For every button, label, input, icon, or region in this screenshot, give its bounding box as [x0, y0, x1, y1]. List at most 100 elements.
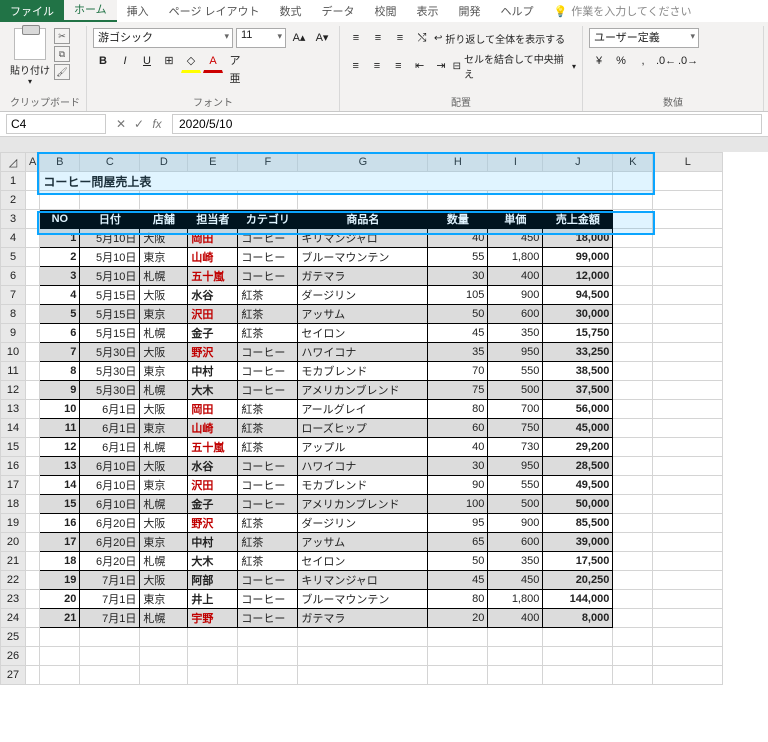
cell[interactable]: 18,000 [543, 229, 613, 248]
col-header[interactable]: H [428, 153, 488, 172]
worksheet[interactable]: ◿ A B C D E F G H I J K L 1コーヒー問屋売上表23NO… [0, 152, 768, 742]
cell[interactable] [238, 666, 298, 685]
cell[interactable]: 3 [40, 267, 80, 286]
cell[interactable]: 井上 [188, 590, 238, 609]
cell[interactable]: ダージリン [298, 286, 428, 305]
cell[interactable] [613, 381, 653, 400]
cell[interactable] [613, 476, 653, 495]
cell[interactable] [428, 628, 488, 647]
decrease-decimal-icon[interactable]: .0→ [677, 51, 697, 71]
comma-format-icon[interactable]: , [633, 51, 653, 71]
cell[interactable] [613, 457, 653, 476]
row-header[interactable]: 17 [1, 476, 26, 495]
header-cell[interactable]: カテゴリ [238, 210, 298, 229]
cell[interactable] [613, 362, 653, 381]
cell[interactable] [613, 666, 653, 685]
cell[interactable]: 35 [428, 343, 488, 362]
cell[interactable]: 40 [428, 229, 488, 248]
cell[interactable]: 55 [428, 248, 488, 267]
cell[interactable]: 東京 [140, 419, 188, 438]
number-format-select[interactable]: ユーザー定義 [589, 28, 699, 48]
increase-decimal-icon[interactable]: .0← [655, 51, 675, 71]
cell[interactable] [653, 571, 723, 590]
cell[interactable]: ガテマラ [298, 609, 428, 628]
cell[interactable] [613, 229, 653, 248]
indent-decrease-icon[interactable]: ⇤ [410, 56, 429, 76]
cell[interactable] [613, 647, 653, 666]
cell[interactable]: 沢田 [188, 476, 238, 495]
cell[interactable] [613, 628, 653, 647]
cell[interactable] [26, 533, 40, 552]
cell[interactable]: 95 [428, 514, 488, 533]
cell[interactable]: 500 [488, 381, 543, 400]
cell[interactable]: 550 [488, 362, 543, 381]
cell[interactable] [40, 647, 80, 666]
cell[interactable]: 札幌 [140, 552, 188, 571]
cell[interactable]: 700 [488, 400, 543, 419]
header-cell[interactable]: 数量 [428, 210, 488, 229]
cell[interactable]: 紅茶 [238, 552, 298, 571]
row-header[interactable]: 4 [1, 229, 26, 248]
cell[interactable] [653, 419, 723, 438]
cell[interactable] [613, 248, 653, 267]
cell[interactable] [428, 191, 488, 210]
cell[interactable]: 16 [40, 514, 80, 533]
cell[interactable] [653, 324, 723, 343]
cell[interactable]: 12,000 [543, 267, 613, 286]
cell[interactable]: 野沢 [188, 343, 238, 362]
col-header[interactable]: F [238, 153, 298, 172]
cell[interactable]: 65 [428, 533, 488, 552]
cell[interactable]: アッサム [298, 305, 428, 324]
cell[interactable] [613, 571, 653, 590]
cell[interactable]: 紅茶 [238, 533, 298, 552]
cell[interactable] [26, 438, 40, 457]
cell[interactable] [140, 647, 188, 666]
cell[interactable] [428, 647, 488, 666]
decrease-font-icon[interactable]: A▾ [312, 28, 332, 48]
cell[interactable] [428, 666, 488, 685]
cell[interactable]: 紅茶 [238, 324, 298, 343]
cell[interactable]: 紅茶 [238, 438, 298, 457]
cell[interactable]: ブルーマウンテン [298, 248, 428, 267]
cell[interactable]: 56,000 [543, 400, 613, 419]
cell[interactable]: 50 [428, 305, 488, 324]
cell[interactable]: 岡田 [188, 229, 238, 248]
cell[interactable]: 94,500 [543, 286, 613, 305]
orientation-icon[interactable]: ⤭ [412, 28, 432, 48]
cell[interactable]: 45,000 [543, 419, 613, 438]
tab-review[interactable]: 校閲 [365, 0, 407, 22]
cell[interactable]: ダージリン [298, 514, 428, 533]
copy-icon[interactable]: ⧉ [54, 46, 70, 62]
cell[interactable]: ハワイコナ [298, 457, 428, 476]
cell[interactable]: 70 [428, 362, 488, 381]
row-header[interactable]: 11 [1, 362, 26, 381]
cell[interactable]: アールグレイ [298, 400, 428, 419]
row-header[interactable]: 18 [1, 495, 26, 514]
row-header[interactable]: 3 [1, 210, 26, 229]
cell[interactable]: 6月10日 [80, 457, 140, 476]
cell[interactable]: 40 [428, 438, 488, 457]
cell[interactable] [26, 628, 40, 647]
cell[interactable]: コーヒー [238, 267, 298, 286]
cell[interactable]: コーヒー [238, 571, 298, 590]
row-header[interactable]: 14 [1, 419, 26, 438]
cell[interactable] [653, 248, 723, 267]
cell[interactable] [26, 362, 40, 381]
cell[interactable] [26, 495, 40, 514]
cell[interactable]: 30,000 [543, 305, 613, 324]
cell[interactable]: 6 [40, 324, 80, 343]
col-header[interactable]: I [488, 153, 543, 172]
cell[interactable]: 宇野 [188, 609, 238, 628]
cell[interactable]: 75 [428, 381, 488, 400]
align-left-icon[interactable]: ≡ [346, 56, 365, 76]
cell[interactable]: ローズヒップ [298, 419, 428, 438]
row-header[interactable]: 5 [1, 248, 26, 267]
align-bottom-icon[interactable]: ≡ [390, 28, 410, 48]
enter-icon[interactable]: ✓ [130, 117, 148, 131]
cell[interactable] [543, 666, 613, 685]
cell[interactable]: 20 [428, 609, 488, 628]
cell[interactable]: 五十嵐 [188, 438, 238, 457]
cell[interactable]: 60 [428, 419, 488, 438]
cell[interactable] [26, 286, 40, 305]
cell[interactable]: 950 [488, 343, 543, 362]
